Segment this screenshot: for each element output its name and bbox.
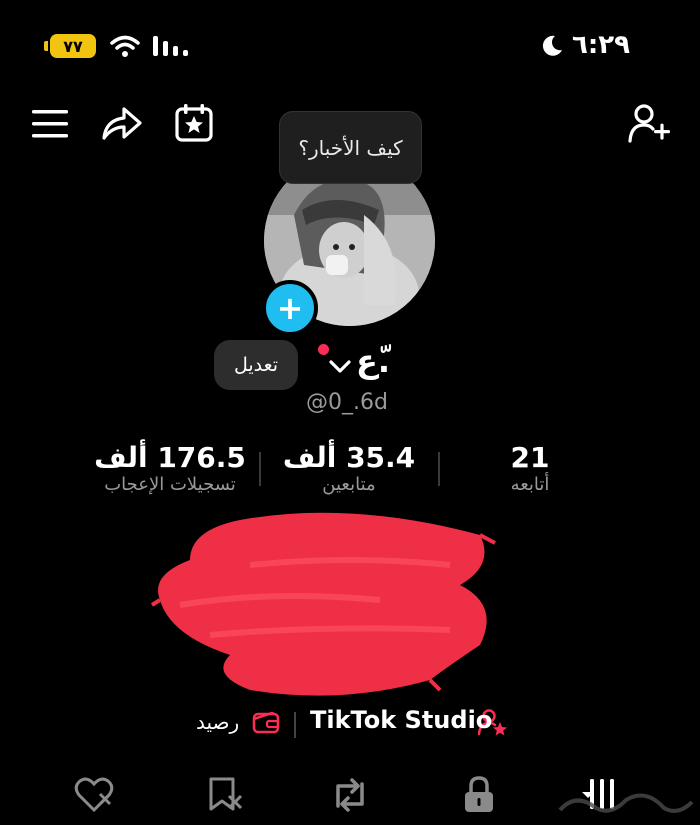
stat-followers[interactable]: 35.4 ألف متابعين <box>249 441 449 495</box>
edit-profile-button[interactable]: تعديل <box>214 340 298 390</box>
add-avatar-button[interactable]: + <box>262 280 318 336</box>
watermark-logo <box>556 786 696 822</box>
liked-videos-tab-icon[interactable] <box>74 776 114 814</box>
likes-count: 176.5 ألف <box>94 441 246 474</box>
clock-time: ٦:٢٩ <box>571 30 630 60</box>
link-divider <box>294 712 296 738</box>
reposts-tab-icon[interactable] <box>330 776 370 814</box>
plus-icon: + <box>276 289 304 327</box>
redaction-scribble <box>150 505 510 705</box>
username-handle[interactable]: @0_.6d <box>306 390 388 415</box>
tiktok-studio-link[interactable]: TikTok Studio <box>310 706 492 734</box>
private-tab-lock-icon[interactable] <box>461 776 497 814</box>
battery-level: ٧٧ <box>63 36 83 56</box>
moon-icon <box>540 34 564 58</box>
wifi-icon <box>110 34 140 58</box>
status-bubble[interactable]: كيف الأخبار؟ <box>279 111 422 184</box>
signal-icon <box>153 34 189 58</box>
display-name-text: ع.ّ <box>356 342 391 380</box>
battery-indicator: ٧٧ <box>44 34 96 58</box>
stat-following[interactable]: 21 أتابعه <box>430 441 630 495</box>
followers-label: متابعين <box>322 474 376 495</box>
following-count: 21 <box>510 441 550 474</box>
calendar-star-icon[interactable] <box>174 103 214 143</box>
notification-dot <box>318 344 329 355</box>
balance-link[interactable]: رصيد <box>196 710 239 734</box>
stat-likes[interactable]: 176.5 ألف تسجيلات الإعجاب <box>70 441 270 495</box>
status-bubble-text: كيف الأخبار؟ <box>298 135 403 160</box>
add-friend-icon[interactable] <box>628 103 672 143</box>
menu-icon[interactable] <box>32 107 68 141</box>
chevron-down-icon[interactable] <box>329 360 351 374</box>
wallet-icon[interactable] <box>252 710 280 734</box>
share-icon[interactable] <box>100 104 144 144</box>
likes-label: تسجيلات الإعجاب <box>104 474 236 495</box>
favorites-tab-icon[interactable] <box>205 776 245 814</box>
display-name: ع.ّ <box>356 342 390 380</box>
following-label: أتابعه <box>510 474 550 495</box>
followers-count: 35.4 ألف <box>282 441 416 474</box>
